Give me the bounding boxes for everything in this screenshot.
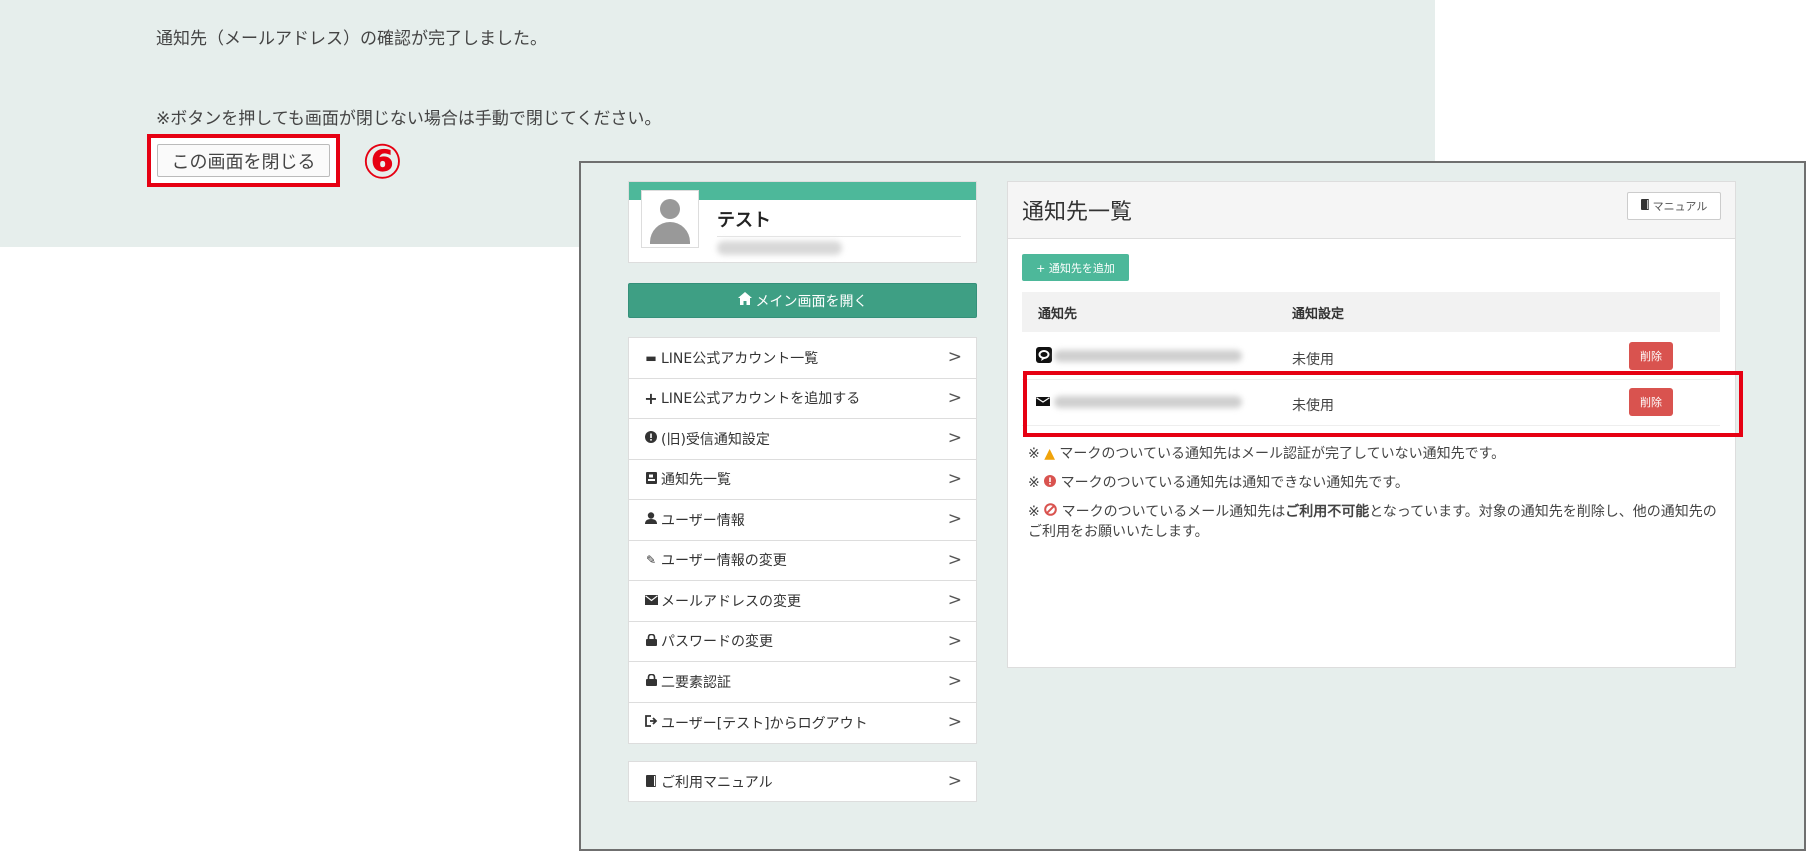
- notification-status: 未使用: [1292, 352, 1334, 368]
- chevron-right-icon: >: [947, 771, 962, 791]
- note-prefix: ※: [1028, 475, 1040, 491]
- sidebar-item-line-accounts[interactable]: ▬ LINE公式アカウント一覧 >: [629, 338, 976, 379]
- add-notification-target-button[interactable]: + 通知先を追加: [1022, 254, 1129, 281]
- sidebar-item-user-manual[interactable]: ご利用マニュアル >: [629, 762, 976, 803]
- exclamation-circle-icon: [1044, 475, 1060, 491]
- legend-note-undeliverable: ※ マークのついている通知先は通知できない通知先です。: [1028, 473, 1718, 493]
- logout-icon: [643, 715, 659, 730]
- chevron-right-icon: >: [947, 387, 962, 408]
- profile-card: テスト: [628, 181, 977, 263]
- column-header-setting: 通知設定: [1292, 307, 1345, 322]
- ban-icon: [1044, 503, 1061, 520]
- redacted-target: [1054, 350, 1242, 362]
- column-header-target: 通知先: [1038, 307, 1078, 322]
- home-icon: [737, 292, 752, 309]
- chevron-right-icon: >: [947, 468, 962, 489]
- user-icon: [643, 512, 659, 527]
- close-button-highlight: この画面を閉じる: [147, 134, 340, 187]
- chevron-right-icon: >: [947, 630, 962, 651]
- pencil-icon: ✎: [645, 553, 657, 568]
- sidebar-item-label: パスワードの変更: [661, 634, 773, 651]
- email-row-highlight: [1023, 371, 1743, 437]
- note-bold-text: ご利用不可能: [1285, 504, 1370, 520]
- sidebar-item-label: LINE公式アカウントを追加する: [661, 391, 861, 408]
- chevron-right-icon: >: [947, 711, 962, 732]
- note-prefix: ※: [1028, 504, 1040, 520]
- profile-name: テスト: [717, 210, 771, 231]
- lock-icon: [643, 673, 659, 689]
- sidebar-item-label: ご利用マニュアル: [661, 775, 773, 792]
- chevron-right-icon: >: [947, 509, 962, 529]
- chevron-right-icon: >: [947, 347, 962, 367]
- step-marker: ⑥: [362, 134, 403, 190]
- sidebar-item-label: 二要素認証: [661, 674, 731, 691]
- chevron-right-icon: >: [947, 549, 962, 570]
- sidebar-item-two-factor-auth[interactable]: 二要素認証 >: [629, 662, 976, 703]
- line-icon: [1036, 347, 1052, 363]
- legend-note-unavailable: ※ マークのついているメール通知先はご利用不可能となっています。対象の通知先を削…: [1028, 502, 1718, 542]
- sidebar-item-label: 通知先一覧: [661, 472, 731, 489]
- open-main-screen-label: メイン画面を開く: [755, 293, 868, 310]
- sidebar-item-label: ユーザー[テスト]からログアウト: [661, 715, 868, 732]
- confirmation-message: 通知先（メールアドレス）の確認が完了しました。: [156, 29, 547, 49]
- sidebar-item-label: ユーザー情報の変更: [661, 553, 787, 570]
- sidebar-item-change-email[interactable]: メールアドレスの変更 >: [629, 581, 976, 622]
- delete-button[interactable]: 削除: [1629, 342, 1673, 370]
- sidebar-item-notification-list[interactable]: 通知先一覧 >: [629, 460, 976, 500]
- note-text: マークのついているメール通知先は: [1061, 504, 1286, 520]
- sidebar-item-add-line-account[interactable]: + LINE公式アカウントを追加する >: [629, 379, 976, 419]
- sidebar-manual: ご利用マニュアル >: [628, 761, 977, 802]
- sidebar-menu: ▬ LINE公式アカウント一覧 > + LINE公式アカウントを追加する > (…: [628, 337, 977, 744]
- sidebar-item-user-info[interactable]: ユーザー情報 >: [629, 500, 976, 541]
- sidebar-item-old-notification-settings[interactable]: (旧)受信通知設定 >: [629, 419, 976, 460]
- sidebar-item-label: LINE公式アカウント一覧: [661, 350, 819, 367]
- exclamation-circle-icon: [643, 431, 659, 446]
- panel-header: 通知先一覧 マニュアル: [1008, 182, 1735, 239]
- close-note: ※ボタンを押しても画面が閉じない場合は手動で閉じてください。: [156, 109, 662, 129]
- sidebar-item-logout[interactable]: ユーザー[テスト]からログアウト >: [629, 703, 976, 744]
- manual-button-label: マニュアル: [1652, 200, 1708, 213]
- sidebar-item-label: メールアドレスの変更: [661, 593, 801, 610]
- manual-button[interactable]: マニュアル: [1627, 192, 1721, 220]
- redacted-email: [717, 241, 842, 255]
- page-title: 通知先一覧: [1022, 200, 1133, 225]
- avatar: [641, 190, 699, 248]
- plus-icon: +: [644, 388, 658, 408]
- book-icon: [1640, 199, 1650, 213]
- note-text: マークのついている通知先は通知できない通知先です。: [1060, 475, 1409, 491]
- lock-icon: [643, 633, 659, 649]
- legend-note-unverified: ※ ▲ マークのついている通知先はメール認証が完了していない通知先です。: [1028, 444, 1718, 464]
- divider: [717, 236, 961, 237]
- chevron-right-icon: >: [947, 428, 962, 448]
- comment-icon: ▬: [645, 350, 657, 365]
- chevron-right-icon: >: [947, 590, 962, 610]
- envelope-icon: [643, 594, 659, 608]
- book-icon: [643, 774, 659, 790]
- note-text: マークのついている通知先はメール認証が完了していない通知先です。: [1059, 446, 1506, 462]
- sidebar-item-change-password[interactable]: パスワードの変更 >: [629, 622, 976, 662]
- chevron-right-icon: >: [947, 671, 962, 691]
- sidebar-item-label: (旧)受信通知設定: [661, 431, 770, 448]
- sidebar-item-edit-user-info[interactable]: ✎ ユーザー情報の変更 >: [629, 541, 976, 581]
- app-window: テスト メイン画面を開く ▬ LINE公式アカウント一覧 > + LINE公式ア…: [579, 161, 1806, 851]
- open-main-screen-button[interactable]: メイン画面を開く: [628, 283, 977, 318]
- contact-card-icon: [643, 471, 659, 487]
- note-prefix: ※: [1028, 446, 1040, 462]
- warning-triangle-icon: ▲: [1044, 446, 1055, 462]
- close-window-button[interactable]: この画面を閉じる: [157, 144, 330, 177]
- sidebar-item-label: ユーザー情報: [661, 512, 745, 529]
- table-header: 通知先 通知設定: [1022, 292, 1720, 332]
